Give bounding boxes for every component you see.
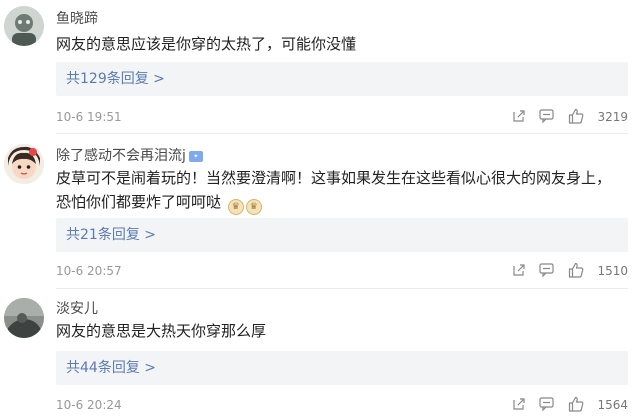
comment-meta: 10-6 19:51 3219 (56, 107, 628, 127)
username[interactable]: 淡安儿 (56, 298, 98, 318)
crown-emoji-icon: ♛ (245, 199, 262, 215)
comment-date: 10-6 20:57 (56, 264, 122, 278)
comment-text: 网友的意思是大热天你穿那么厚 (56, 322, 267, 340)
view-replies-link[interactable]: 共44条回复 > (56, 351, 628, 385)
comment-text: 皮草可不是闹着玩的！当然要澄清啊！这事如果发生在这些看似心很大的网友身上，恐怕你… (56, 166, 616, 215)
username-text: 除了感动不会再泪流j (56, 148, 186, 164)
avatar[interactable] (4, 144, 44, 184)
comment-icon[interactable] (539, 109, 554, 123)
view-replies-link[interactable]: 共129条回复 > (56, 62, 628, 96)
avatar[interactable] (4, 6, 44, 46)
avatar-image (4, 144, 44, 184)
avatar[interactable] (4, 298, 44, 338)
share-icon[interactable] (512, 109, 526, 123)
username[interactable]: 除了感动不会再泪流j ✦ (56, 145, 203, 165)
share-icon[interactable] (512, 263, 526, 277)
comment-icon[interactable] (539, 397, 554, 411)
comment-date: 10-6 20:24 (56, 398, 122, 412)
share-icon[interactable] (512, 397, 526, 411)
divider (56, 288, 628, 289)
like-count: 1510 (597, 264, 628, 278)
thumbs-up-icon[interactable] (568, 262, 584, 278)
comment-text: 网友的意思应该是你穿的太热了，可能你没懂 (56, 35, 357, 53)
comment-meta: 10-6 20:24 1564 (56, 395, 628, 415)
comment-icon[interactable] (539, 263, 554, 277)
view-replies-link[interactable]: 共21条回复 > (56, 218, 628, 252)
comment-date: 10-6 19:51 (56, 110, 122, 124)
avatar-image (4, 298, 44, 338)
like-count: 3219 (597, 110, 628, 124)
username[interactable]: 鱼晓蹄 (56, 8, 98, 28)
crown-emoji-icon: ♛ (227, 199, 244, 215)
thumbs-up-icon[interactable] (568, 108, 584, 124)
comment-text-body: 皮草可不是闹着玩的！当然要澄清啊！这事如果发生在这些看似心很大的网友身上，恐怕你… (56, 169, 612, 211)
comment-meta: 10-6 20:57 1510 (56, 261, 628, 281)
like-count: 1564 (597, 398, 628, 412)
thumbs-up-icon[interactable] (568, 396, 584, 412)
divider (56, 133, 628, 134)
avatar-image (4, 6, 44, 46)
vip-badge-icon: ✦ (188, 151, 203, 162)
